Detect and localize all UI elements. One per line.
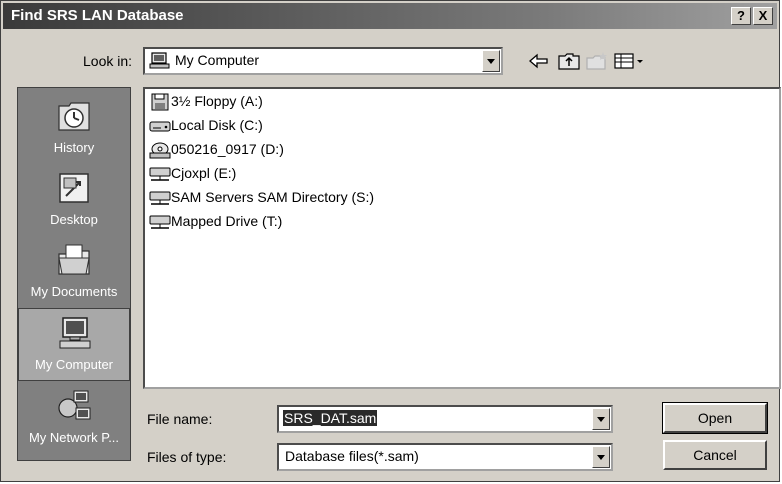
network-drive-icon bbox=[149, 215, 171, 229]
files-of-type-value: Database files(*.sam) bbox=[285, 448, 419, 464]
help-button[interactable]: ? bbox=[731, 7, 751, 25]
find-database-dialog: Find SRS LAN Database ? X Look in: My Co… bbox=[0, 0, 781, 482]
my-documents-icon bbox=[58, 244, 90, 275]
my-computer-icon bbox=[59, 317, 91, 349]
desktop-icon bbox=[59, 173, 89, 203]
place-my-documents[interactable]: My Documents bbox=[18, 236, 130, 309]
file-name-text: 3½ Floppy (A:) bbox=[171, 93, 263, 109]
file-name-text: 050216_0917 (D:) bbox=[171, 141, 284, 157]
cancel-button[interactable]: Cancel bbox=[663, 440, 767, 470]
network-drive-icon bbox=[149, 167, 171, 181]
files-of-type-select[interactable]: Database files(*.sam) bbox=[277, 443, 613, 471]
network-drive-icon bbox=[149, 191, 171, 205]
title-bar[interactable]: Find SRS LAN Database ? X bbox=[3, 3, 777, 29]
place-label: History bbox=[53, 140, 95, 155]
history-icon bbox=[58, 102, 90, 131]
floppy-drive-icon bbox=[151, 93, 169, 111]
file-name-text: Mapped Drive (T:) bbox=[171, 213, 283, 229]
files-of-type-label: Files of type: bbox=[147, 449, 227, 465]
cd-drive-icon bbox=[149, 142, 171, 159]
place-desktop[interactable]: Desktop bbox=[18, 164, 130, 237]
new-folder-icon bbox=[586, 52, 607, 70]
my-network-places-icon bbox=[58, 390, 91, 420]
look-in-select[interactable]: My Computer bbox=[143, 47, 503, 75]
place-label: Desktop bbox=[50, 212, 98, 227]
close-button[interactable]: X bbox=[753, 7, 773, 25]
file-name-dropdown-arrow[interactable] bbox=[592, 408, 610, 430]
file-name-value: SRS_DAT.sam bbox=[283, 410, 378, 426]
file-name-input[interactable]: SRS_DAT.sam bbox=[277, 405, 613, 433]
hard-disk-icon bbox=[149, 121, 171, 132]
place-my-network-places[interactable]: My Network P... bbox=[18, 382, 130, 455]
file-name-text: SAM Servers SAM Directory (S:) bbox=[171, 189, 375, 205]
file-name-text: Local Disk (C:) bbox=[171, 117, 263, 133]
file-name-text: Cjoxpl (E:) bbox=[171, 165, 237, 181]
open-button[interactable]: Open bbox=[662, 402, 768, 434]
view-menu-icon[interactable] bbox=[613, 49, 645, 73]
place-label: My Network P... bbox=[28, 430, 120, 445]
look-in-label: Look in: bbox=[83, 53, 133, 69]
place-label: My Documents bbox=[30, 284, 118, 299]
window-title: Find SRS LAN Database bbox=[11, 7, 184, 24]
back-arrow-icon[interactable] bbox=[527, 49, 551, 73]
look-in-dropdown-arrow[interactable] bbox=[482, 50, 500, 72]
place-my-computer[interactable]: My Computer bbox=[18, 308, 130, 381]
up-folder-icon[interactable] bbox=[557, 49, 581, 73]
places-bar: History Desktop My Documents My Computer… bbox=[17, 87, 131, 461]
file-list[interactable]: 3½ Floppy (A:) Local Disk (C:) 050216_09… bbox=[143, 87, 781, 389]
place-history[interactable]: History bbox=[18, 92, 130, 165]
my-computer-small-icon bbox=[149, 52, 170, 69]
file-name-label: File name: bbox=[147, 411, 213, 427]
files-of-type-dropdown-arrow[interactable] bbox=[592, 446, 610, 468]
look-in-value: My Computer bbox=[175, 52, 260, 68]
place-label: My Computer bbox=[34, 357, 114, 372]
